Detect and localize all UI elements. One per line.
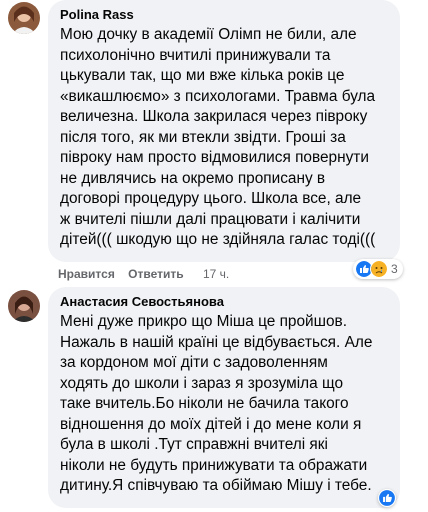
comment-actions: Нравится Ответить 17 ч. <box>58 267 229 281</box>
comment-timestamp[interactable]: 17 ч. <box>203 267 229 281</box>
comment-line: півроку нам просто відмовилися повернути <box>60 149 369 166</box>
comment-line: «викашлюємо» з психологами. Травма була <box>60 87 376 105</box>
avatar[interactable] <box>8 2 40 34</box>
comment-line: дітей((( шкодую що не здійняла галас тод… <box>60 231 376 248</box>
reactions-summary[interactable]: 3 <box>353 259 403 279</box>
like-button[interactable]: Нравится <box>58 267 115 281</box>
comment-line: ніколи не будуть принижувати та ображати <box>60 456 368 474</box>
comment-bubble: Анастасия Севостьянова Мені дуже прикро … <box>48 287 400 508</box>
avatar-photo <box>8 290 40 322</box>
comment-line: таке вчитель.Бо ніколи не бачила такого <box>60 395 349 412</box>
avatar[interactable] <box>8 290 40 322</box>
comment-line: відношення до моїх дітей і до мене коли … <box>60 415 362 433</box>
comment-author[interactable]: Анастасия Севостьянова <box>60 294 388 310</box>
comment-author[interactable]: Polina Rass <box>60 7 388 23</box>
comment-line: Мені дуже прикро що Міша це пройшов. <box>60 313 347 330</box>
comment-line: не дивлячись на окремо прописану в <box>60 169 326 187</box>
comment-line: величезна. Школа закрилася через півроку <box>60 108 368 125</box>
comment-line: договорі процедуру цього. Школа все, але <box>60 190 362 207</box>
comment-line: ходять до школи і зараз я зрозуміла що <box>60 374 344 392</box>
reply-button[interactable]: Ответить <box>128 267 183 281</box>
comment-line: цькували так, що ми вже кілька років це <box>60 67 345 84</box>
reactions-summary[interactable] <box>378 489 396 507</box>
comment-text: Мою дочку в академії Олімп не били, але … <box>60 25 388 251</box>
comment-line: дитину.Я співчуваю та обіймаю Мішу і теб… <box>60 477 372 494</box>
sad-icon <box>370 260 388 278</box>
like-icon <box>379 490 395 506</box>
comment-line: за кордоном мої діти с задоволенням <box>60 354 328 371</box>
comment-line: Нажаль в нашій країні це відбувається. А… <box>60 333 373 351</box>
avatar-photo <box>8 2 40 34</box>
comment-line: ж вчителі пішли далі працювати і калічит… <box>60 210 361 228</box>
comment-line: після того, як ми втекли звідти. Гроші з… <box>60 128 346 146</box>
comment-text: Мені дуже прикро що Міша це пройшов. Наж… <box>60 312 388 497</box>
comment-line: була в школі .Тут справжні вчителі які <box>60 436 328 453</box>
comment-line: психолонічно вчитилі принижували та <box>60 46 331 64</box>
comment-line: Мою дочку в академії Олімп не били, але <box>60 26 357 43</box>
comment-bubble: Polina Rass Мою дочку в академії Олімп н… <box>48 0 400 262</box>
reaction-count: 3 <box>391 262 398 276</box>
